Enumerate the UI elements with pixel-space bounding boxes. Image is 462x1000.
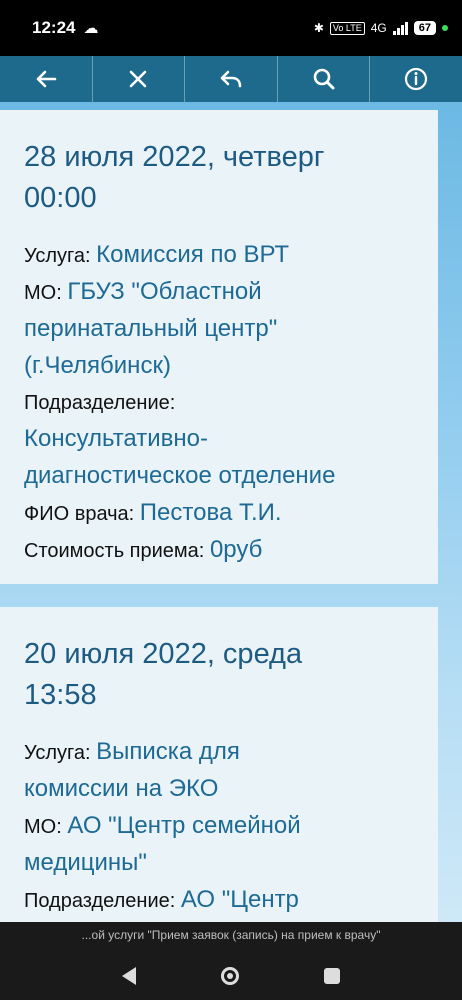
appointment-time: 00:00 xyxy=(24,182,97,214)
mo-value-line3: (г.Челябинск) xyxy=(24,352,171,379)
department-row: Подразделение: Консультативно- диагности… xyxy=(24,385,414,495)
mo-row: МО: ГБУЗ "Областной перинатальный центр"… xyxy=(24,274,414,385)
mo-value-line1: АО "Центр семейной xyxy=(67,812,301,839)
mo-value-line2: медицины" xyxy=(24,849,147,876)
bottom-bar: ...ой услуги "Прием заявок (запись) на п… xyxy=(0,922,462,1000)
mo-label: МО: xyxy=(24,816,62,838)
undo-arrow-icon xyxy=(220,70,242,88)
appointment-datetime: 28 июля 2022, четверг 00:00 xyxy=(24,137,414,219)
mo-label: МО: xyxy=(24,282,62,304)
volte-icon: Vo LTE xyxy=(329,21,365,35)
department-label: Подразделение: xyxy=(24,890,176,912)
appointment-card[interactable]: 28 июля 2022, четверг 00:00 Услуга: Коми… xyxy=(0,110,438,584)
appointment-datetime: 20 июля 2022, среда 13:58 xyxy=(24,634,414,716)
bluetooth-icon: ✱ xyxy=(313,21,324,35)
status-bar: 12:24 ☁ ✱ Vo LTE 4G 67 xyxy=(0,0,462,56)
department-label: Подразделение: xyxy=(24,392,176,414)
appointment-date: 20 июля 2022, среда xyxy=(24,638,303,670)
service-label: Услуга: xyxy=(24,245,91,267)
nav-recents-icon[interactable] xyxy=(323,968,340,984)
toolbar xyxy=(0,56,462,102)
doctor-value: Пестова Т.И. xyxy=(139,499,282,526)
network-label: 4G xyxy=(370,21,387,35)
bottom-notice: ...ой услуги "Прием заявок (запись) на п… xyxy=(81,928,381,942)
cost-label: Стоимость приема: xyxy=(24,540,205,562)
appointment-time: 13:58 xyxy=(24,679,97,711)
info-icon xyxy=(405,67,428,91)
mo-value-line2: перинатальный центр" xyxy=(24,315,278,342)
appointment-date: 28 июля 2022, четверг xyxy=(24,141,325,173)
close-button[interactable] xyxy=(93,56,186,102)
status-time: 12:24 xyxy=(32,18,76,37)
doctor-label: ФИО врача: xyxy=(24,503,135,525)
signal-icon xyxy=(392,21,408,35)
service-row: Услуга: Выписка для комиссии на ЭКО xyxy=(24,734,414,808)
department-value-line1: Консультативно- xyxy=(24,425,208,452)
undo-button[interactable] xyxy=(185,56,278,102)
cost-value: 0руб xyxy=(209,536,263,563)
search-icon xyxy=(313,68,335,90)
service-value-line1: Выписка для xyxy=(96,738,240,765)
close-icon xyxy=(130,70,147,88)
back-button[interactable] xyxy=(0,56,93,102)
battery-icon: 67 xyxy=(413,21,436,35)
service-row: Услуга: Комиссия по ВРТ xyxy=(24,237,414,274)
nav-back-icon[interactable] xyxy=(122,967,137,985)
appointment-card[interactable]: 20 июля 2022, среда 13:58 Услуга: Выписк… xyxy=(0,607,438,922)
mo-value-line1: ГБУЗ "Областной xyxy=(67,278,262,305)
mo-row: МО: АО "Центр семейной медицины" xyxy=(24,808,414,882)
department-row: Подразделение: АО "Центр xyxy=(24,882,414,919)
service-value: Комиссия по ВРТ xyxy=(96,241,290,268)
appointments-list[interactable]: 28 июля 2022, четверг 00:00 Услуга: Коми… xyxy=(0,102,462,922)
arrow-left-icon xyxy=(36,70,57,88)
service-label: Услуга: xyxy=(24,742,91,764)
cost-row: Стоимость приема: 0руб xyxy=(24,532,414,569)
search-button[interactable] xyxy=(278,56,371,102)
department-value-line1: АО "Центр xyxy=(180,886,299,913)
department-value-line2: диагностическое отделение xyxy=(24,462,336,489)
service-value-line2: комиссии на ЭКО xyxy=(24,775,219,802)
privacy-dot-icon xyxy=(442,25,448,31)
nav-home-icon[interactable] xyxy=(220,967,239,985)
doctor-row: ФИО врача: Пестова Т.И. xyxy=(24,495,414,532)
system-nav-bar xyxy=(0,952,462,1000)
cloud-icon: ☁ xyxy=(83,20,99,37)
info-button[interactable] xyxy=(370,56,462,102)
status-icons: ✱ Vo LTE 4G 67 xyxy=(314,21,448,35)
